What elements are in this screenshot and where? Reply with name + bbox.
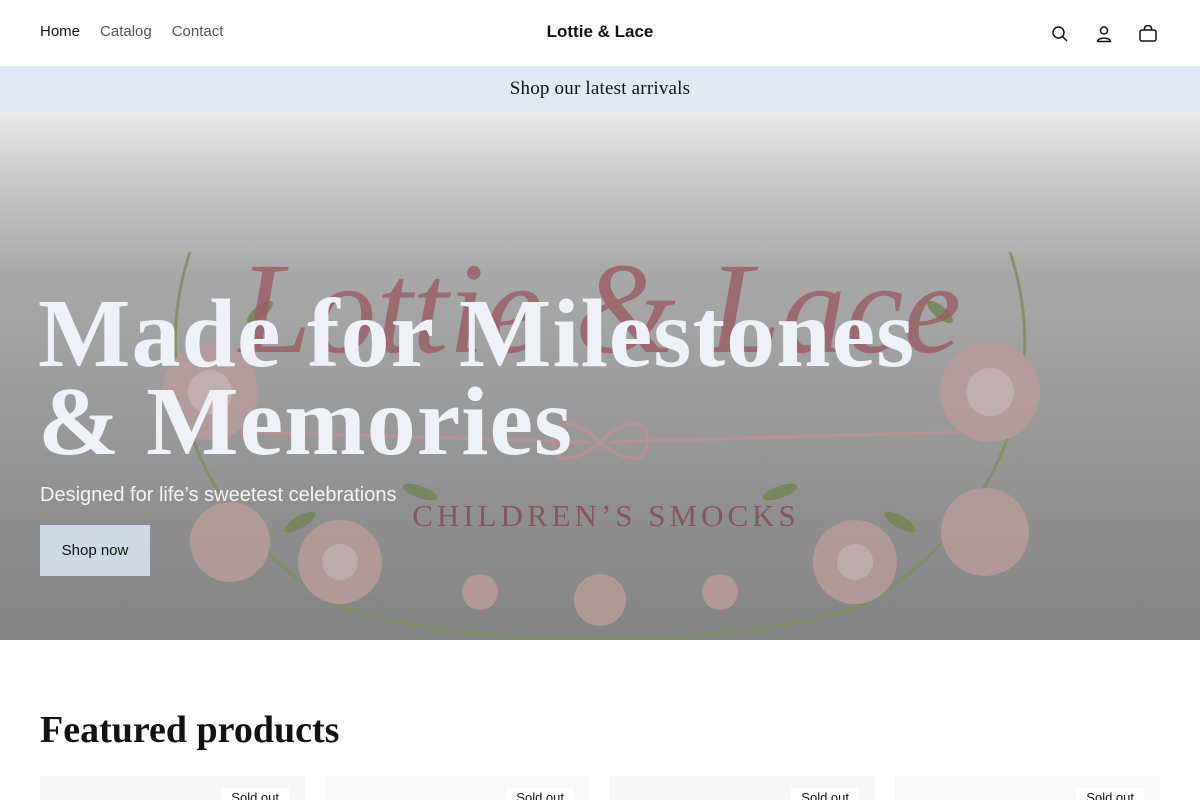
- product-card[interactable]: Sold out: [40, 776, 305, 800]
- announcement-bar: Shop our latest arrivals: [0, 66, 1200, 112]
- product-card[interactable]: Sold out: [895, 776, 1160, 800]
- product-grid: Sold out Sold out Sold out Sold out: [40, 776, 1160, 800]
- featured-products-heading: Featured products: [40, 709, 340, 751]
- hero-banner: Lottie & Lace CHILDREN’S SMOCKS Made for…: [0, 112, 1200, 640]
- sold-out-badge: Sold out: [791, 788, 859, 800]
- shop-now-button[interactable]: Shop now: [40, 525, 150, 576]
- hero-title-line-2: & Memories: [38, 368, 574, 476]
- site-header: Home Catalog Contact Lottie & Lace: [0, 0, 1200, 66]
- hero-subtitle: Designed for life’s sweetest celebration…: [40, 484, 397, 506]
- search-icon[interactable]: [1048, 22, 1072, 46]
- cart-icon[interactable]: [1136, 22, 1160, 46]
- sold-out-badge: Sold out: [1076, 788, 1144, 800]
- hero-title: Made for Milestones & Memories: [38, 285, 1038, 471]
- account-icon[interactable]: [1092, 22, 1116, 46]
- product-card[interactable]: Sold out: [325, 776, 590, 800]
- brand-logo[interactable]: Lottie & Lace: [0, 22, 1200, 42]
- announcement-text: Shop our latest arrivals: [509, 78, 691, 99]
- product-card[interactable]: Sold out: [610, 776, 875, 800]
- header-icons: [1048, 22, 1160, 46]
- sold-out-badge: Sold out: [221, 788, 289, 800]
- sold-out-badge: Sold out: [506, 788, 574, 800]
